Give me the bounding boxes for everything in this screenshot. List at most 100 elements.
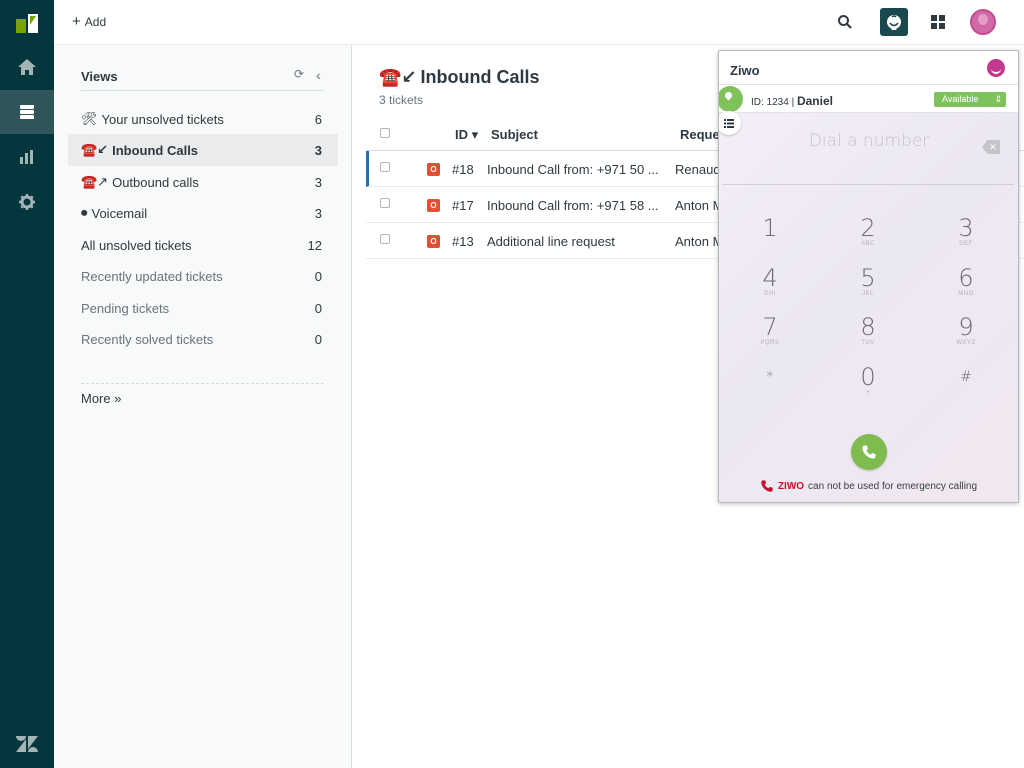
zendesk-product-logo-icon[interactable] bbox=[14, 11, 40, 35]
ticket-subject[interactable]: Inbound Call from: +971 58 ... bbox=[487, 198, 672, 213]
call-button[interactable] bbox=[851, 434, 887, 470]
ticket-subject[interactable]: Inbound Call from: +971 50 ... bbox=[487, 162, 672, 177]
user-avatar[interactable] bbox=[970, 9, 996, 35]
emergency-phone-icon bbox=[761, 480, 773, 492]
key-letters: GHI bbox=[763, 291, 777, 297]
more-views-link[interactable]: More » bbox=[81, 391, 121, 406]
key-digit: 7 bbox=[762, 313, 778, 341]
top-bar: + Add bbox=[54, 0, 1024, 45]
key-digit: * bbox=[766, 369, 774, 385]
ticket-subject[interactable]: Additional line request bbox=[487, 234, 672, 249]
view-item-inbound-calls[interactable]: ☎️↙ Inbound Calls 3 bbox=[68, 134, 338, 166]
dial-input-underline bbox=[723, 184, 1014, 185]
view-item-all-unsolved[interactable]: All unsolved tickets 12 bbox=[68, 229, 338, 261]
view-item-label: Voicemail bbox=[91, 205, 148, 221]
keypad-key-8[interactable]: 8 TUV bbox=[838, 314, 898, 354]
ziwo-panel-title: Ziwo bbox=[730, 63, 760, 78]
nav-reporting-icon[interactable] bbox=[0, 135, 54, 179]
keypad-key-6[interactable]: 6 MNO bbox=[936, 265, 996, 305]
apps-grid-icon[interactable] bbox=[924, 8, 952, 36]
keypad-key-2[interactable]: 2 ABC bbox=[838, 215, 898, 255]
key-letters: WXYZ bbox=[956, 340, 976, 346]
nav-home-icon[interactable] bbox=[0, 45, 54, 89]
left-rail bbox=[0, 0, 54, 768]
view-item-label: All unsolved tickets bbox=[81, 237, 192, 253]
key-digit: 0 bbox=[860, 363, 876, 391]
agent-status-select[interactable]: Available bbox=[934, 92, 1006, 107]
agent-name: Daniel bbox=[796, 94, 833, 108]
view-item-pending[interactable]: Pending tickets 0 bbox=[68, 292, 338, 324]
search-icon[interactable] bbox=[831, 8, 859, 36]
keypad-key-7[interactable]: 7 PQRS bbox=[740, 314, 800, 354]
column-header-subject[interactable]: Subject bbox=[491, 127, 538, 142]
view-item-count: 6 bbox=[314, 111, 322, 127]
page-title-text: Inbound Calls bbox=[420, 67, 540, 87]
row-checkbox[interactable] bbox=[380, 162, 390, 172]
key-digit: 6 bbox=[958, 264, 974, 292]
view-item-label: Recently solved tickets bbox=[81, 331, 214, 347]
view-item-recently-updated[interactable]: Recently updated tickets 0 bbox=[68, 260, 338, 292]
keypad-key-9[interactable]: 9 WXYZ bbox=[936, 314, 996, 354]
view-item-label: Outbound calls bbox=[112, 174, 199, 190]
agent-id-text: ID: 1234 | bbox=[751, 97, 797, 108]
nav-admin-gear-icon[interactable] bbox=[0, 180, 54, 224]
key-digit: 9 bbox=[958, 313, 974, 341]
ticket-id: #18 bbox=[452, 162, 474, 177]
keypad-key-0[interactable]: 0 + bbox=[838, 364, 898, 404]
list-menu-icon[interactable] bbox=[719, 111, 741, 135]
collapse-chevron-icon[interactable]: ‹ bbox=[316, 67, 321, 83]
view-item-label: Your unsolved tickets bbox=[101, 111, 224, 127]
row-checkbox[interactable] bbox=[380, 234, 390, 244]
views-divider bbox=[81, 383, 324, 384]
key-letters: TUV bbox=[861, 340, 875, 346]
view-item-your-unsolved[interactable]: 🛠 Your unsolved tickets 6 bbox=[68, 103, 338, 135]
emergency-brand: ZIWO bbox=[777, 480, 805, 492]
keypad-key-5[interactable]: 5 JKL bbox=[838, 265, 898, 305]
ziwo-app-icon[interactable] bbox=[880, 8, 908, 36]
key-digit: 2 bbox=[860, 214, 876, 242]
column-header-requester[interactable]: Reque bbox=[680, 127, 720, 142]
dial-number-input[interactable]: Dial a number bbox=[725, 131, 1013, 157]
view-item-count: 3 bbox=[314, 205, 322, 221]
select-all-checkbox[interactable] bbox=[380, 128, 390, 138]
view-item-label: Inbound Calls bbox=[112, 142, 199, 158]
keypad-key-hash[interactable]: # bbox=[936, 368, 996, 408]
keypad-key-4[interactable]: 4 GHI bbox=[740, 265, 800, 305]
view-item-count: 0 bbox=[314, 268, 322, 284]
keypad-key-3[interactable]: 3 DEF bbox=[936, 215, 996, 255]
keypad-key-star[interactable]: * bbox=[740, 368, 800, 408]
view-item-count: 12 bbox=[307, 237, 322, 253]
status-badge: O bbox=[427, 199, 440, 212]
key-letters: + bbox=[865, 390, 870, 396]
location-pin-icon[interactable] bbox=[719, 86, 743, 112]
add-button[interactable]: + Add bbox=[72, 14, 107, 29]
row-checkbox[interactable] bbox=[380, 198, 390, 208]
ziwo-panel-header: Ziwo bbox=[719, 51, 1018, 85]
add-button-label: Add bbox=[84, 15, 107, 29]
nav-views-icon[interactable] bbox=[0, 90, 54, 134]
ticket-id: #13 bbox=[452, 234, 474, 249]
voicemail-icon: ⏺ bbox=[81, 205, 88, 220]
keypad-key-1[interactable]: 1 bbox=[740, 215, 800, 255]
ziwo-logo-icon bbox=[987, 59, 1005, 77]
column-header-id[interactable]: ID ▾ bbox=[455, 127, 478, 143]
agent-id: ID: 1234 | Daniel bbox=[751, 94, 833, 108]
key-letters: DEF bbox=[959, 241, 973, 247]
inbound-phone-icon: ☎️↙ bbox=[81, 142, 109, 157]
view-item-voicemail[interactable]: ⏺ Voicemail 3 bbox=[68, 197, 338, 229]
view-item-outbound-calls[interactable]: ☎️↗ Outbound calls 3 bbox=[68, 166, 338, 198]
zendesk-logo-icon bbox=[15, 735, 39, 758]
ziwo-agent-bar: ID: 1234 | Daniel Available bbox=[719, 85, 1018, 113]
views-heading: Views bbox=[81, 69, 118, 84]
key-letters: ABC bbox=[861, 241, 875, 247]
inbound-phone-icon: ☎️↙ bbox=[379, 67, 417, 87]
refresh-icon[interactable]: ⟳ bbox=[294, 67, 304, 81]
views-sidebar: Views ⟳ ‹ 🛠 Your unsolved tickets 6 ☎️↙ In… bbox=[54, 45, 352, 768]
view-item-recently-solved[interactable]: Recently solved tickets 0 bbox=[68, 323, 338, 355]
ticket-count: 3 tickets bbox=[379, 93, 424, 107]
view-item-label: Recently updated tickets bbox=[81, 268, 223, 284]
emergency-text: can not be used for emergency calling bbox=[808, 480, 978, 492]
key-digit: 5 bbox=[860, 264, 876, 292]
dialer: Dial a number ✕ 1 2 ABC 3 DEF 4 GHI 5 JKL 6M… bbox=[719, 113, 1018, 502]
view-item-label: Pending tickets bbox=[81, 300, 170, 316]
